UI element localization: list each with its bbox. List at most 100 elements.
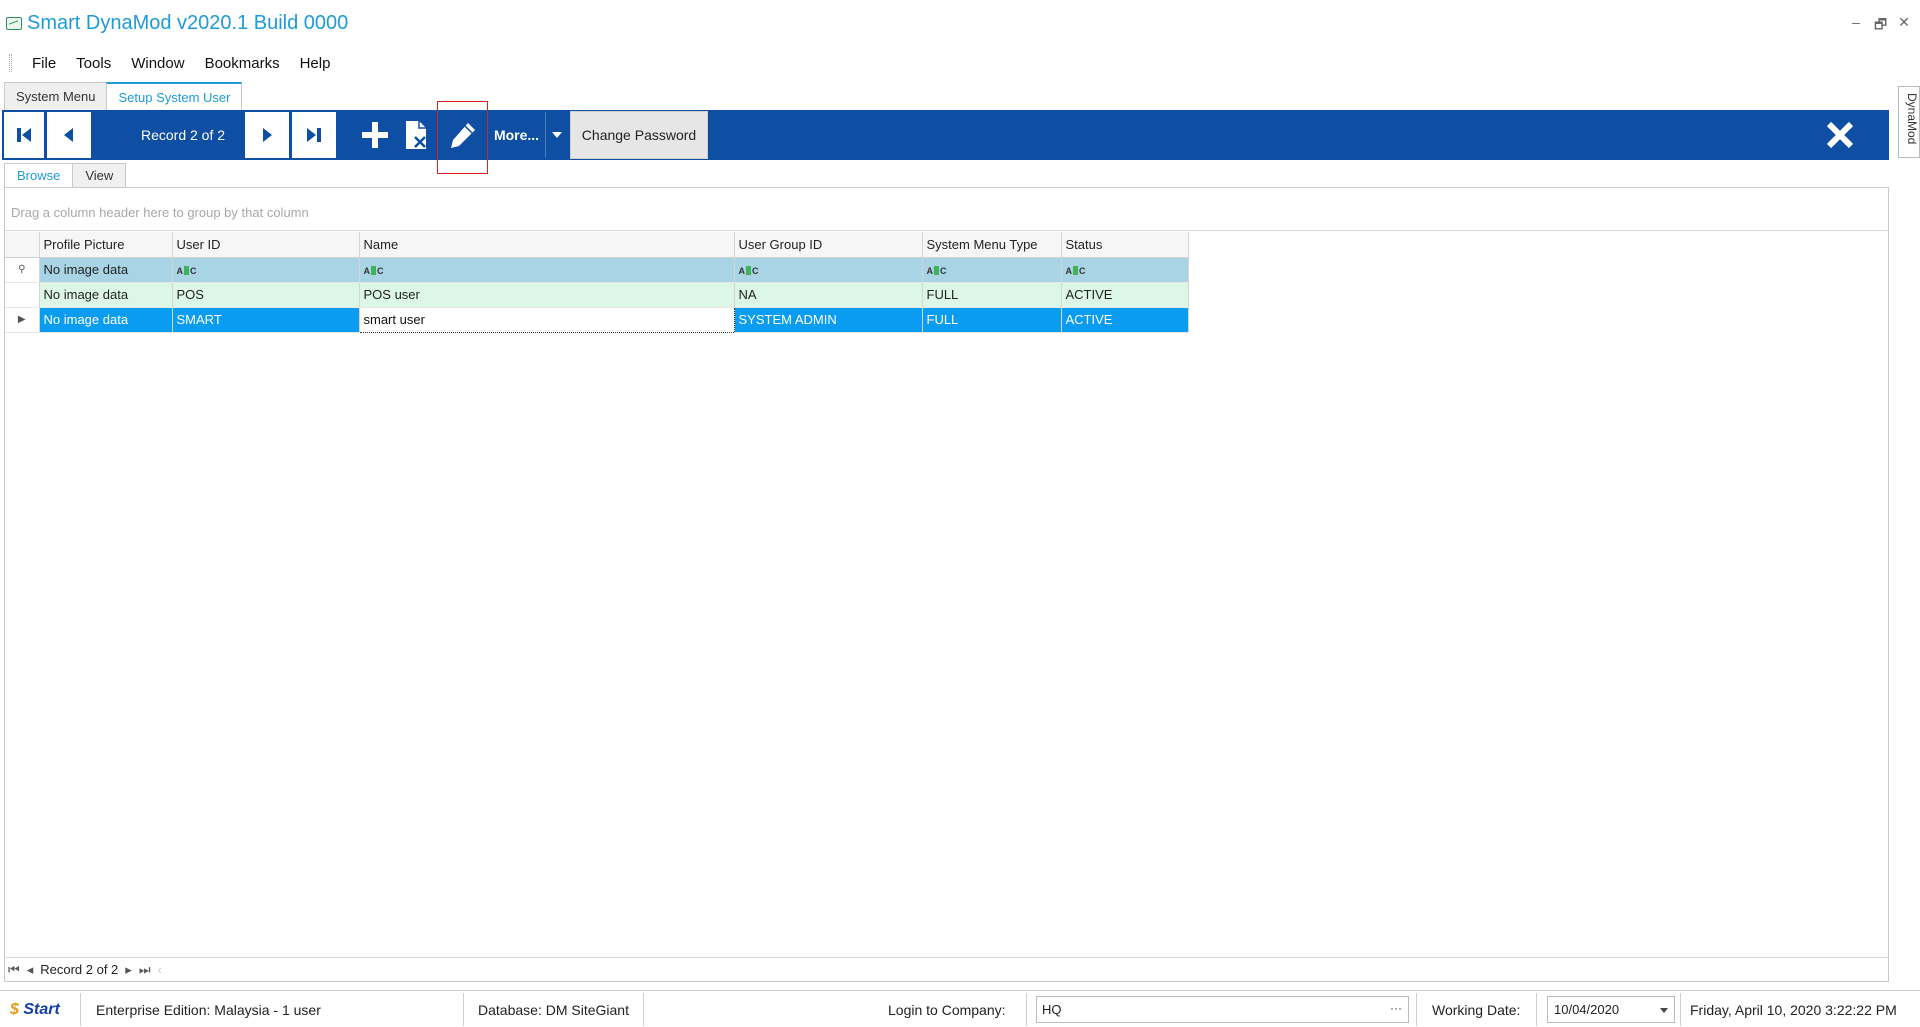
col-header-user-id[interactable]: User ID: [172, 232, 360, 258]
filter-cell-user-id[interactable]: AC: [172, 257, 360, 283]
menu-grip: [9, 54, 12, 72]
nav-last-icon[interactable]: ⏭: [139, 962, 151, 978]
ellipsis-icon[interactable]: ···: [1390, 1001, 1402, 1015]
tab-browse[interactable]: Browse: [4, 163, 74, 187]
more-button[interactable]: More...: [488, 112, 546, 158]
delete-icon: [406, 121, 426, 149]
divider: [463, 993, 464, 1026]
divider: [1416, 993, 1417, 1026]
menu-tools[interactable]: Tools: [66, 55, 121, 72]
abc-filter-icon: AC: [926, 266, 947, 276]
col-header-system-menu-type[interactable]: System Menu Type: [922, 232, 1062, 258]
add-button[interactable]: [356, 112, 394, 158]
database-label: Database: DM SiteGiant: [478, 1001, 629, 1018]
cell-name[interactable]: POS user: [359, 282, 735, 308]
add-icon: [362, 122, 388, 148]
users-table: Profile Picture User ID Name User Group …: [5, 232, 1189, 333]
working-date-value: 10/04/2020: [1554, 1002, 1620, 1017]
group-by-panel[interactable]: Drag a column header here to group by th…: [5, 188, 1888, 231]
tab-view[interactable]: View: [72, 163, 127, 187]
filter-cell-status[interactable]: AC: [1061, 257, 1189, 283]
previous-record-button[interactable]: [47, 112, 91, 158]
record-toolbar: Record 2 of 2 More... Change Password: [2, 110, 1889, 160]
login-company-field[interactable]: HQ ···: [1036, 996, 1409, 1023]
nav-record-label: Record 2 of 2: [40, 962, 119, 977]
cell-name-focused[interactable]: smart user: [358, 306, 735, 333]
cell-status[interactable]: ACTIVE: [1061, 282, 1189, 308]
filter-cell-profile-picture[interactable]: No image data: [39, 257, 173, 283]
delete-button[interactable]: [398, 112, 436, 158]
cell-profile-picture[interactable]: No image data: [39, 307, 173, 333]
col-header-user-group-id[interactable]: User Group ID: [734, 232, 923, 258]
cell-system-menu-type[interactable]: FULL: [922, 282, 1062, 308]
next-record-button[interactable]: [245, 112, 289, 158]
close-window-icon[interactable]: ✕: [1898, 14, 1910, 38]
abc-filter-icon: AC: [738, 266, 759, 276]
table-row[interactable]: No image data POS POS user NA FULL ACTIV…: [5, 282, 1189, 308]
table-row-selected[interactable]: ▶ No image data SMART smart user SYSTEM …: [5, 306, 1189, 333]
abc-filter-icon: AC: [1065, 266, 1086, 276]
filter-cell-system-menu-type[interactable]: AC: [922, 257, 1062, 283]
current-row-arrow-icon: ▶: [5, 307, 40, 333]
cell-system-menu-type[interactable]: FULL: [922, 307, 1062, 333]
divider: [1536, 993, 1537, 1026]
status-bar: $ Start Enterprise Edition: Malaysia - 1…: [0, 990, 1920, 1027]
filter-cell-name[interactable]: AC: [359, 257, 735, 283]
menu-bookmarks[interactable]: Bookmarks: [195, 55, 290, 72]
side-tab-dynamod[interactable]: DynaMod: [1898, 86, 1920, 158]
window-controls: – 🗗 ✕: [1850, 14, 1910, 38]
nav-first-icon[interactable]: ⏮: [8, 962, 20, 978]
close-form-button[interactable]: [1815, 110, 1865, 160]
tab-system-menu[interactable]: System Menu: [4, 82, 108, 110]
divider: [643, 993, 644, 1026]
row-indicator: [5, 282, 40, 308]
abc-filter-icon: AC: [176, 266, 197, 276]
title-bar: Smart DynaMod v2020.1 Build 0000 – 🗗 ✕: [0, 0, 1920, 50]
cell-user-id[interactable]: POS: [172, 282, 360, 308]
filter-cell-user-group-id[interactable]: AC: [734, 257, 923, 283]
cell-status[interactable]: ACTIVE: [1061, 307, 1189, 333]
first-record-icon: [17, 128, 31, 142]
col-header-name[interactable]: Name: [359, 232, 735, 258]
close-x-icon: [1826, 121, 1854, 149]
window-title: Smart DynaMod v2020.1 Build 0000: [27, 12, 349, 34]
minimize-icon[interactable]: –: [1850, 14, 1862, 38]
col-header-profile-picture[interactable]: Profile Picture: [39, 232, 173, 258]
header-row: Profile Picture User ID Name User Group …: [5, 232, 1189, 258]
more-dropdown-arrow[interactable]: [547, 112, 567, 158]
grid-navigator: ⏮ ◂ Record 2 of 2 ▸ ⏭ ‹: [4, 957, 1889, 981]
cell-user-group-id[interactable]: NA: [734, 282, 923, 308]
restore-icon[interactable]: 🗗: [1874, 14, 1887, 38]
app-logo-icon: [6, 17, 22, 30]
scroll-left-icon[interactable]: ‹: [158, 962, 162, 977]
abc-filter-icon: AC: [363, 266, 384, 276]
edit-button[interactable]: [442, 112, 484, 158]
menu-file[interactable]: File: [22, 55, 66, 72]
cell-profile-picture[interactable]: No image data: [39, 282, 173, 308]
nav-next-icon[interactable]: ▸: [125, 962, 132, 978]
nav-prev-icon[interactable]: ◂: [27, 962, 34, 978]
tab-setup-system-user[interactable]: Setup System User: [106, 82, 243, 111]
col-header-status[interactable]: Status: [1061, 232, 1189, 258]
record-position-label: Record 2 of 2: [140, 127, 226, 143]
menu-window[interactable]: Window: [121, 55, 194, 72]
previous-record-icon: [64, 128, 73, 142]
chevron-down-icon[interactable]: [1660, 1008, 1668, 1013]
auto-filter-row: ⚲ No image data AC AC AC AC AC: [5, 257, 1189, 283]
last-record-icon: [307, 128, 321, 142]
edition-label: Enterprise Edition: Malaysia - 1 user: [96, 1001, 321, 1018]
app-window: Smart DynaMod v2020.1 Build 0000 – 🗗 ✕ F…: [0, 0, 1920, 1027]
cell-user-group-id[interactable]: SYSTEM ADMIN: [734, 307, 923, 333]
working-date-picker[interactable]: 10/04/2020: [1547, 996, 1675, 1023]
divider: [1680, 993, 1681, 1026]
users-grid: Drag a column header here to group by th…: [4, 187, 1889, 982]
filter-row-indicator-icon: ⚲: [5, 257, 40, 283]
first-record-button[interactable]: [4, 112, 44, 158]
start-button[interactable]: $ Start: [10, 991, 60, 1027]
last-record-button[interactable]: [292, 112, 336, 158]
menu-help[interactable]: Help: [290, 55, 341, 72]
start-label: Start: [23, 1000, 60, 1018]
change-password-button[interactable]: Change Password: [570, 111, 708, 159]
row-indicator-header: [5, 232, 40, 258]
cell-user-id[interactable]: SMART: [172, 307, 360, 333]
